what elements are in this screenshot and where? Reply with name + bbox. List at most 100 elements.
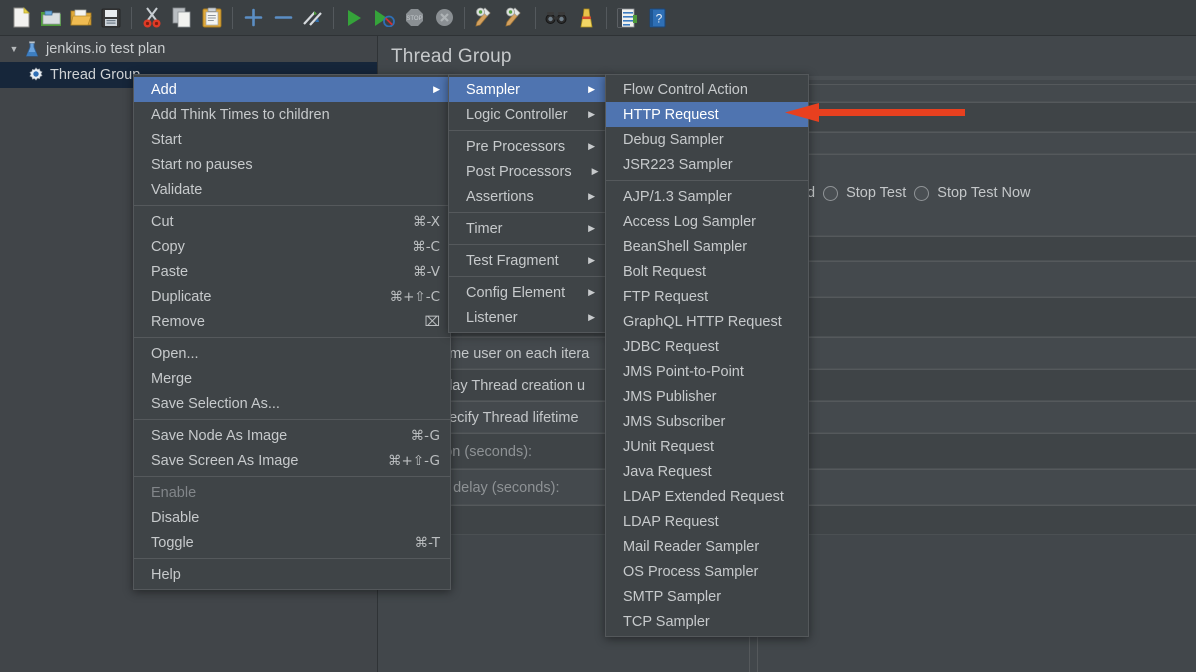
- menu-item-jms-point-to-point[interactable]: JMS Point-to-Point: [606, 359, 808, 384]
- menu-item-ajp-sampler[interactable]: AJP/1.3 Sampler: [606, 184, 808, 209]
- tree-node-root-label: jenkins.io test plan: [46, 41, 165, 57]
- menu-item-cut[interactable]: Cut ⌘-X: [134, 209, 450, 234]
- menu-item-sampler[interactable]: Sampler ▶: [449, 77, 605, 102]
- menu-item-bolt-request[interactable]: Bolt Request: [606, 259, 808, 284]
- menu-item-smtp-sampler[interactable]: SMTP Sampler: [606, 584, 808, 609]
- radio-stop-test[interactable]: [823, 186, 838, 201]
- collapse-all-icon[interactable]: [268, 3, 298, 33]
- submenu-sampler[interactable]: Flow Control Action HTTP Request Debug S…: [605, 74, 809, 637]
- menu-separator: [134, 337, 450, 338]
- menu-item-start[interactable]: Start: [134, 127, 450, 152]
- chevron-down-icon[interactable]: ▼: [6, 41, 22, 57]
- menu-item-disable[interactable]: Disable: [134, 505, 450, 530]
- reset-search-icon[interactable]: [571, 3, 601, 33]
- function-helper-icon[interactable]: [612, 3, 642, 33]
- menu-item-start-no-pauses[interactable]: Start no pauses: [134, 152, 450, 177]
- menu-item-add-think-times[interactable]: Add Think Times to children: [134, 102, 450, 127]
- expand-all-icon[interactable]: [238, 3, 268, 33]
- menu-item-jms-publisher[interactable]: JMS Publisher: [606, 384, 808, 409]
- menu-item-jms-subscriber[interactable]: JMS Subscriber: [606, 409, 808, 434]
- tree-node-root[interactable]: ▼ jenkins.io test plan: [0, 36, 377, 62]
- toggle-icon[interactable]: [298, 3, 328, 33]
- menu-item-ldap-extended-request[interactable]: LDAP Extended Request: [606, 484, 808, 509]
- menu-item-jdbc-request[interactable]: JDBC Request: [606, 334, 808, 359]
- menu-item-listener[interactable]: Listener ▶: [449, 305, 605, 330]
- menu-item-graphql-http-request[interactable]: GraphQL HTTP Request: [606, 309, 808, 334]
- menu-item-tcp-sampler[interactable]: TCP Sampler: [606, 609, 808, 634]
- menu-separator: [134, 476, 450, 477]
- menu-item-label: Timer: [466, 221, 503, 237]
- menu-item-junit-request[interactable]: JUnit Request: [606, 434, 808, 459]
- menu-item-label: Validate: [151, 182, 202, 198]
- open-icon[interactable]: [66, 3, 96, 33]
- menu-item-accel: ⌘-V: [387, 264, 440, 280]
- menu-item-flow-control-action[interactable]: Flow Control Action: [606, 77, 808, 102]
- menu-item-config-element[interactable]: Config Element ▶: [449, 280, 605, 305]
- menu-item-ldap-request[interactable]: LDAP Request: [606, 509, 808, 534]
- svg-text:?: ?: [655, 11, 662, 25]
- menu-item-assertions[interactable]: Assertions ▶: [449, 184, 605, 209]
- menu-item-duplicate[interactable]: Duplicate ⌘+⇧-C: [134, 284, 450, 309]
- menu-item-http-request[interactable]: HTTP Request: [606, 102, 808, 127]
- menu-item-toggle[interactable]: Toggle ⌘-T: [134, 530, 450, 555]
- menu-item-label: OS Process Sampler: [623, 564, 758, 580]
- menu-item-open[interactable]: Open...: [134, 341, 450, 366]
- menu-item-label: JMS Publisher: [623, 389, 716, 405]
- menu-item-accel: ⌘+⇧-C: [364, 289, 440, 305]
- stop-icon[interactable]: STOP: [399, 3, 429, 33]
- menu-item-timer[interactable]: Timer ▶: [449, 216, 605, 241]
- menu-item-label: Java Request: [623, 464, 712, 480]
- toolbar-separator: [232, 7, 233, 29]
- menu-item-debug-sampler[interactable]: Debug Sampler: [606, 127, 808, 152]
- menu-item-test-fragment[interactable]: Test Fragment ▶: [449, 248, 605, 273]
- menu-item-paste[interactable]: Paste ⌘-V: [134, 259, 450, 284]
- menu-item-post-processors[interactable]: Post Processors ▶: [449, 159, 605, 184]
- save-icon[interactable]: [96, 3, 126, 33]
- menu-separator: [449, 130, 605, 131]
- menu-item-copy[interactable]: Copy ⌘-C: [134, 234, 450, 259]
- radio-stop-test-now-label: Stop Test Now: [937, 185, 1030, 201]
- clear-icon[interactable]: [470, 3, 500, 33]
- menu-item-access-log-sampler[interactable]: Access Log Sampler: [606, 209, 808, 234]
- menu-item-save-node-as-image[interactable]: Save Node As Image ⌘-G: [134, 423, 450, 448]
- menu-item-mail-reader-sampler[interactable]: Mail Reader Sampler: [606, 534, 808, 559]
- menu-item-remove[interactable]: Remove ⌧: [134, 309, 450, 334]
- menu-item-label: AJP/1.3 Sampler: [623, 189, 732, 205]
- help-icon[interactable]: ?: [642, 3, 672, 33]
- start-icon[interactable]: [339, 3, 369, 33]
- clear-all-icon[interactable]: [500, 3, 530, 33]
- menu-item-merge[interactable]: Merge: [134, 366, 450, 391]
- menu-item-validate[interactable]: Validate: [134, 177, 450, 202]
- menu-item-save-selection-as[interactable]: Save Selection As...: [134, 391, 450, 416]
- chevron-right-icon: ▶: [568, 191, 595, 202]
- templates-icon[interactable]: [36, 3, 66, 33]
- menu-separator: [449, 212, 605, 213]
- cut-icon[interactable]: [137, 3, 167, 33]
- menu-separator: [134, 419, 450, 420]
- menu-item-ftp-request[interactable]: FTP Request: [606, 284, 808, 309]
- menu-item-label: Flow Control Action: [623, 82, 748, 98]
- context-menu-thread-group[interactable]: Add ▶ Add Think Times to children Start …: [133, 74, 451, 590]
- shutdown-icon[interactable]: [429, 3, 459, 33]
- menu-item-beanshell-sampler[interactable]: BeanShell Sampler: [606, 234, 808, 259]
- paste-icon[interactable]: [197, 3, 227, 33]
- menu-item-pre-processors[interactable]: Pre Processors ▶: [449, 134, 605, 159]
- menu-item-jsr223-sampler[interactable]: JSR223 Sampler: [606, 152, 808, 177]
- copy-icon[interactable]: [167, 3, 197, 33]
- menu-item-os-process-sampler[interactable]: OS Process Sampler: [606, 559, 808, 584]
- menu-item-java-request[interactable]: Java Request: [606, 459, 808, 484]
- submenu-add[interactable]: Sampler ▶ Logic Controller ▶ Pre Process…: [448, 74, 606, 333]
- chevron-right-icon: ▶: [568, 287, 595, 298]
- start-no-pauses-icon[interactable]: [369, 3, 399, 33]
- radio-stop-test-now[interactable]: [914, 186, 929, 201]
- toolbar-separator: [606, 7, 607, 29]
- toolbar-separator: [131, 7, 132, 29]
- menu-item-label: Sampler: [466, 82, 520, 98]
- menu-item-add[interactable]: Add ▶: [134, 77, 450, 102]
- new-icon[interactable]: [6, 3, 36, 33]
- menu-item-help[interactable]: Help: [134, 562, 450, 587]
- search-icon[interactable]: [541, 3, 571, 33]
- menu-item-label: Paste: [151, 264, 188, 280]
- menu-item-logic-controller[interactable]: Logic Controller ▶: [449, 102, 605, 127]
- menu-item-save-screen-as-image[interactable]: Save Screen As Image ⌘+⇧-G: [134, 448, 450, 473]
